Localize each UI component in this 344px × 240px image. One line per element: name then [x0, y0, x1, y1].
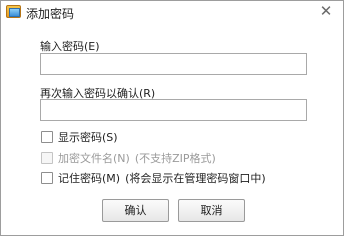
show-password-label: 显示密码(S): [58, 131, 118, 144]
confirm-password-input[interactable]: [40, 99, 307, 121]
title-bar: 添加密码 ✕: [1, 1, 343, 23]
add-password-dialog: 添加密码 ✕ 输入密码(E) 再次输入密码以确认(R) 显示密码(S) 加密文件…: [0, 0, 344, 236]
app-icon: [6, 5, 21, 18]
dialog-title: 添加密码: [26, 7, 75, 21]
cancel-button[interactable]: 取消: [178, 199, 245, 222]
show-password-checkbox[interactable]: [41, 131, 53, 143]
password-label: 输入密码(E): [40, 40, 100, 53]
password-input[interactable]: [40, 53, 307, 75]
close-button[interactable]: ✕: [317, 3, 335, 19]
encrypt-filenames-checkbox: [41, 152, 53, 164]
encrypt-filenames-note: (不支持ZIP格式): [134, 152, 216, 165]
remember-password-note: (将会显示在管理密码窗口中): [125, 172, 266, 185]
remember-password-option[interactable]: 记住密码(M) (将会显示在管理密码窗口中): [41, 171, 266, 185]
encrypt-filenames-label: 加密文件名(N): [58, 152, 130, 165]
remember-password-checkbox[interactable]: [41, 172, 53, 184]
ok-button[interactable]: 确认: [102, 199, 169, 222]
show-password-option[interactable]: 显示密码(S): [41, 130, 118, 144]
remember-password-label: 记住密码(M): [58, 172, 121, 185]
encrypt-filenames-option: 加密文件名(N) (不支持ZIP格式): [41, 151, 216, 165]
